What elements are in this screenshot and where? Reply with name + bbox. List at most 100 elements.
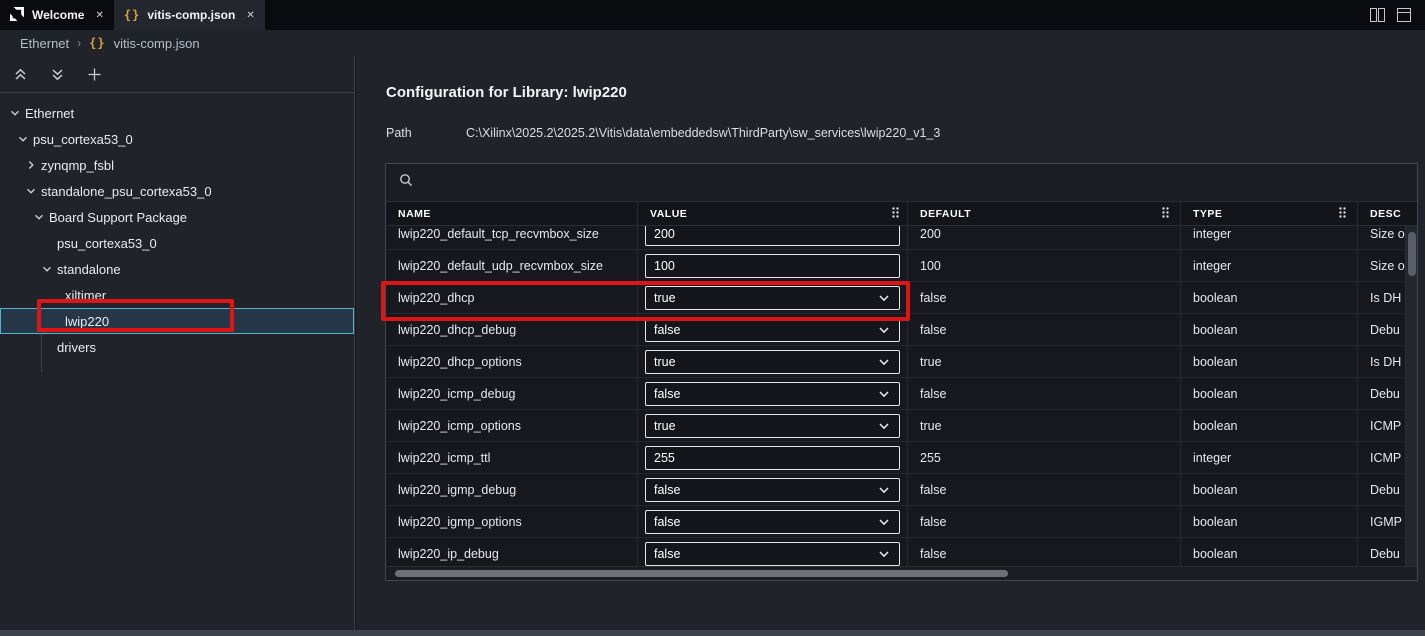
selected-value: false (654, 387, 680, 401)
value-select-lwip220_dhcp[interactable]: true (645, 286, 900, 310)
value-input-lwip220_default_tcp_recvmbox_size[interactable] (645, 226, 900, 246)
param-default: 200 (908, 226, 1181, 249)
tree-item-board-support-package[interactable]: Board Support Package (0, 204, 354, 230)
chevron-right-icon[interactable] (23, 158, 39, 172)
param-type: integer (1181, 226, 1358, 249)
breadcrumb-item-file[interactable]: vitis-comp.json (114, 36, 200, 51)
chevron-down-icon (877, 483, 891, 497)
column-header-default[interactable]: DEFAULT (908, 202, 1181, 225)
param-type: integer (1181, 250, 1358, 281)
param-type: boolean (1181, 410, 1358, 441)
value-input-lwip220_default_udp_recvmbox_size[interactable] (645, 254, 900, 278)
chevron-down-icon[interactable] (23, 184, 39, 198)
toggle-panel-icon[interactable] (1395, 6, 1413, 24)
chevron-spacer (39, 236, 55, 250)
tree-item-drivers[interactable]: drivers (0, 334, 354, 360)
column-header-type[interactable]: TYPE (1181, 202, 1358, 225)
param-name: lwip220_default_udp_recvmbox_size (386, 250, 638, 281)
param-name: lwip220_igmp_debug (386, 474, 638, 505)
param-type: integer (1181, 442, 1358, 473)
table-row-lwip220_default_udp_recvmbox_size: lwip220_default_udp_recvmbox_size 100inte… (386, 250, 1417, 282)
param-default: 100 (908, 250, 1181, 281)
collapse-all-icon[interactable] (11, 65, 29, 83)
split-editor-icon[interactable] (1368, 6, 1386, 24)
value-select-lwip220_icmp_options[interactable]: true (645, 414, 900, 438)
table-search-input[interactable] (386, 164, 1417, 202)
param-default: false (908, 506, 1181, 537)
chevron-spacer (39, 340, 55, 354)
param-type: boolean (1181, 378, 1358, 409)
tree-item-psu-cortexa53-0[interactable]: psu_cortexa53_0 (0, 230, 354, 256)
param-default: true (908, 346, 1181, 377)
param-default: false (908, 378, 1181, 409)
tab-welcome[interactable]: Welcome ✕ (0, 0, 115, 30)
explorer-toolbar (0, 56, 354, 93)
tree-item-label: drivers (57, 340, 96, 355)
close-icon[interactable]: ✕ (246, 10, 254, 21)
json-braces-icon: {} (89, 36, 105, 50)
add-component-icon[interactable] (85, 65, 103, 83)
chevron-down-icon (877, 291, 891, 305)
tree-item-label: psu_cortexa53_0 (33, 132, 133, 147)
param-name: lwip220_dhcp_debug (386, 314, 638, 345)
param-default: true (908, 410, 1181, 441)
tab-vitis-comp-json[interactable]: {} vitis-comp.json ✕ (115, 0, 265, 30)
column-header-value[interactable]: VALUE (638, 202, 908, 225)
tree-item-standalone-psu-cortexa53-0[interactable]: standalone_psu_cortexa53_0 (0, 178, 354, 204)
horizontal-scrollbar-thumb[interactable] (395, 570, 1008, 577)
param-type: boolean (1181, 538, 1358, 566)
chevron-down-icon[interactable] (39, 262, 55, 276)
chevron-down-icon[interactable] (7, 106, 23, 120)
tree-item-psu-cortexa53-0[interactable]: psu_cortexa53_0 (0, 126, 354, 152)
selected-value: false (654, 483, 680, 497)
param-type: boolean (1181, 346, 1358, 377)
close-icon[interactable]: ✕ (95, 10, 103, 21)
param-default: false (908, 282, 1181, 313)
window-bottom-scrollbar[interactable] (0, 630, 1425, 636)
column-header-desc[interactable]: DESC (1358, 202, 1417, 225)
breadcrumb: Ethernet › {} vitis-comp.json (0, 30, 1425, 56)
drag-handle-icon[interactable] (891, 206, 900, 222)
chevron-down-icon (877, 547, 891, 561)
search-icon (398, 172, 414, 193)
json-braces-icon: {} (124, 8, 140, 22)
param-default: false (908, 314, 1181, 345)
tree-item-ethernet[interactable]: Ethernet (0, 100, 354, 126)
param-default: 255 (908, 442, 1181, 473)
tree-item-label: standalone_psu_cortexa53_0 (41, 184, 212, 199)
amd-logo-icon (9, 6, 25, 25)
tree-item-standalone[interactable]: standalone (0, 256, 354, 282)
tree-item-xiltimer[interactable]: xiltimer (0, 282, 354, 308)
horizontal-scrollbar[interactable] (386, 566, 1417, 580)
drag-handle-icon[interactable] (1338, 206, 1347, 222)
tree-item-lwip220[interactable]: lwip220 (0, 308, 354, 334)
value-input-lwip220_icmp_ttl[interactable] (645, 446, 900, 470)
chevron-down-icon (877, 355, 891, 369)
param-name: lwip220_igmp_options (386, 506, 638, 537)
value-select-lwip220_dhcp_options[interactable]: true (645, 350, 900, 374)
breadcrumb-item-ethernet[interactable]: Ethernet (20, 36, 69, 51)
config-editor-panel: Configuration for Library: lwip220 Path … (356, 56, 1425, 630)
param-name: lwip220_icmp_debug (386, 378, 638, 409)
vertical-scrollbar-thumb[interactable] (1408, 232, 1416, 276)
value-select-lwip220_igmp_debug[interactable]: false (645, 478, 900, 502)
table-header: NAME VALUE DEFAULT (386, 202, 1417, 226)
chevron-down-icon[interactable] (31, 210, 47, 224)
tree-item-label: Board Support Package (49, 210, 187, 225)
value-select-lwip220_icmp_debug[interactable]: false (645, 382, 900, 406)
tree-item-zynqmp-fsbl[interactable]: zynqmp_fsbl (0, 152, 354, 178)
column-header-name[interactable]: NAME (386, 202, 638, 225)
value-select-lwip220_dhcp_debug[interactable]: false (645, 318, 900, 342)
value-select-lwip220_ip_debug[interactable]: false (645, 542, 900, 566)
expand-all-icon[interactable] (48, 65, 66, 83)
chevron-down-icon (877, 323, 891, 337)
table-row-lwip220_ip_debug: lwip220_ip_debugfalsefalsebooleanDebu (386, 538, 1417, 566)
table-row-lwip220_igmp_options: lwip220_igmp_optionsfalsefalsebooleanIGM… (386, 506, 1417, 538)
vertical-scrollbar[interactable] (1405, 226, 1417, 566)
value-select-lwip220_igmp_options[interactable]: false (645, 510, 900, 534)
drag-handle-icon[interactable] (1161, 206, 1170, 222)
component-tree: Ethernet psu_cortexa53_0 zynqmp_fsblstanda… (0, 93, 354, 360)
chevron-spacer (47, 288, 63, 302)
chevron-down-icon[interactable] (15, 132, 31, 146)
chevron-spacer (47, 314, 63, 328)
